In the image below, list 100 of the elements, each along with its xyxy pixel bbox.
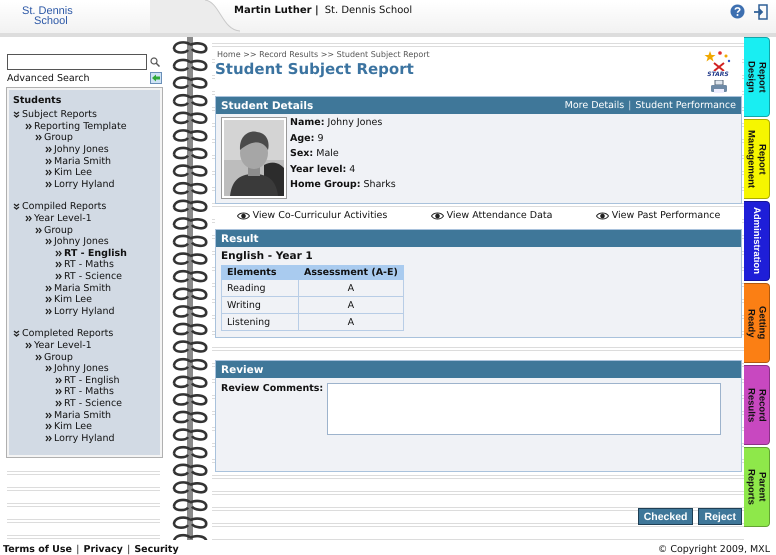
breadcrumb: Home >> Record Results >> Student Subject Report <box>216 50 430 59</box>
tree-item[interactable]: Kim Lee <box>54 167 92 178</box>
search-icon[interactable] <box>150 57 160 67</box>
double-chevron-icon <box>55 388 62 396</box>
double-chevron-icon <box>55 250 62 257</box>
help-icon[interactable] <box>730 4 745 19</box>
link-separator: | <box>126 544 130 555</box>
comments-field[interactable] <box>327 383 721 435</box>
tree-item[interactable]: RT - Maths <box>64 259 114 270</box>
double-chevron-icon <box>25 342 32 349</box>
detail-field: Age: 9 <box>290 132 396 148</box>
footer-link[interactable]: Privacy <box>83 544 123 555</box>
tree-item[interactable]: Maria Smith <box>54 282 112 294</box>
side-tab[interactable]: Getting Ready <box>744 283 770 363</box>
table-cell: Listening <box>222 314 298 330</box>
double-chevron-icon <box>55 400 62 407</box>
double-chevron-icon <box>45 365 52 372</box>
table-cell: A <box>298 280 404 296</box>
action-button[interactable]: Checked <box>638 508 694 525</box>
double-chevron-icon <box>55 273 62 280</box>
tree-item[interactable]: Kim Lee <box>54 294 92 306</box>
school-logo[interactable]: St. Dennis School <box>0 0 150 26</box>
eye-icon <box>236 212 250 220</box>
double-chevron-icon <box>45 423 52 430</box>
advanced-search-link[interactable]: Advanced Search <box>7 72 90 84</box>
detail-field: Sex: Male <box>290 148 396 164</box>
view-link[interactable]: View Attendance Data <box>446 210 552 221</box>
tree-item[interactable]: Johny Jones <box>54 363 109 374</box>
double-chevron-icon <box>45 169 52 176</box>
tree-item[interactable]: Completed Reports <box>22 328 114 340</box>
side-tab[interactable]: Report Management <box>744 119 770 199</box>
tree-item[interactable]: Compiled Reports <box>22 201 106 212</box>
double-chevron-icon <box>45 284 52 292</box>
double-chevron-icon <box>55 376 62 384</box>
panel-link[interactable]: Student Performance <box>635 100 736 111</box>
tree-item[interactable]: RT - Science <box>64 271 122 282</box>
tree-item[interactable]: Reporting Template <box>34 120 127 132</box>
side-tab[interactable]: Administration <box>744 201 770 281</box>
footer-link[interactable]: Terms of Use <box>3 544 72 555</box>
tree-item[interactable]: Group <box>44 224 73 236</box>
double-chevron-icon <box>55 261 62 268</box>
panel-link[interactable]: More Details <box>564 100 624 111</box>
panel-title: Result <box>221 232 259 244</box>
double-chevron-icon <box>45 308 52 315</box>
double-chevron-icon <box>25 215 32 222</box>
tree-item[interactable]: Kim Lee <box>54 421 92 432</box>
tree-item[interactable]: Subject Reports <box>22 109 97 120</box>
tree-item[interactable]: Group <box>44 132 73 144</box>
double-chevron-icon <box>45 296 52 304</box>
double-chevron-icon <box>45 238 52 246</box>
tree-item[interactable]: Johny Jones <box>54 236 109 248</box>
tree-item[interactable]: RT - English <box>64 374 120 386</box>
tree-item[interactable]: RT - English <box>64 248 127 259</box>
tree-item[interactable]: Group <box>44 352 73 363</box>
tree-item[interactable]: Maria Smith <box>54 156 112 167</box>
side-tab[interactable]: Parent Reports <box>744 447 770 527</box>
expand-chevron-icon[interactable] <box>13 111 20 118</box>
back-arrow-icon[interactable] <box>150 72 162 84</box>
tree-item[interactable]: RT - Science <box>64 398 122 409</box>
double-chevron-icon <box>25 122 32 130</box>
eye-icon <box>596 212 609 220</box>
double-chevron-icon <box>35 226 42 234</box>
tree-item[interactable]: Year Level-1 <box>34 213 92 224</box>
table-cell: A <box>298 296 404 314</box>
side-tab[interactable]: Report Design <box>744 37 770 117</box>
logout-icon[interactable] <box>753 4 768 20</box>
double-chevron-icon <box>35 354 42 361</box>
side-tab[interactable]: Record Results <box>744 365 770 445</box>
double-chevron-icon <box>35 134 42 142</box>
tree-item[interactable]: Johny Jones <box>54 144 109 156</box>
copyright-text: © Copyright 2009, MXL <box>658 544 770 555</box>
table-cell: Reading <box>222 280 298 296</box>
tree-title: Students <box>13 95 62 106</box>
action-button[interactable]: Reject <box>698 508 742 525</box>
page-title: Student Subject Report <box>215 60 415 78</box>
detail-field: Name: Johny Jones <box>290 117 396 133</box>
double-chevron-icon <box>45 434 52 442</box>
view-link[interactable]: View Past Performance <box>612 210 720 221</box>
view-link[interactable]: View Co-Curriculur Activities <box>252 210 388 221</box>
link-separator: | <box>628 100 632 111</box>
expand-chevron-icon[interactable] <box>13 330 20 338</box>
tree-item[interactable]: Lorry Hyland <box>54 432 115 444</box>
search-field[interactable] <box>7 54 147 70</box>
expand-chevron-icon[interactable] <box>13 203 20 210</box>
link-separator: | <box>76 544 80 555</box>
panel-title: Student Details <box>221 100 314 112</box>
tree-item[interactable]: Maria Smith <box>54 410 112 421</box>
tree-item[interactable]: RT - Maths <box>64 386 114 398</box>
footer-link[interactable]: Security <box>134 544 179 555</box>
tree-item[interactable]: Year Level-1 <box>34 340 92 351</box>
detail-field: Home Group: Sharks <box>290 179 396 195</box>
tree-item[interactable]: Lorry Hyland <box>54 178 115 190</box>
eye-icon <box>430 212 444 220</box>
panel-title: Review <box>221 364 264 376</box>
printer-icon[interactable] <box>710 80 728 94</box>
detail-field: Year level: 4 <box>290 164 396 180</box>
school-name: St. Dennis School <box>324 5 412 16</box>
column-header: Elements <box>222 266 298 280</box>
double-chevron-icon <box>45 158 52 165</box>
tree-item[interactable]: Lorry Hyland <box>54 306 115 317</box>
